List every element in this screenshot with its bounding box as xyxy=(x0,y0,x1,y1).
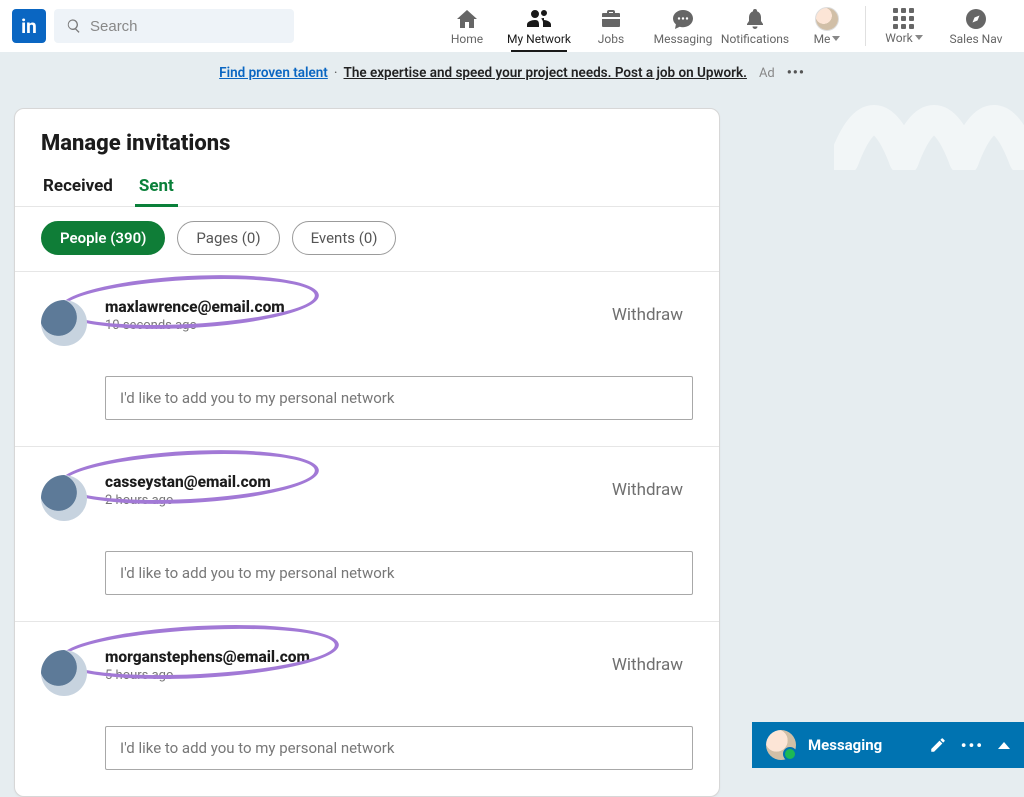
invitation-row: casseystan@email.com 2 hours ago Withdra… xyxy=(15,447,719,622)
filter-events[interactable]: Events (0) xyxy=(292,221,397,255)
invitation-tabs: Received Sent xyxy=(15,164,719,207)
nav-label: Work xyxy=(885,31,912,45)
nav-jobs[interactable]: Jobs xyxy=(575,0,647,52)
invitation-row: morganstephens@email.com 5 hours ago Wit… xyxy=(15,622,719,796)
avatar[interactable] xyxy=(41,475,87,521)
ad-separator: · xyxy=(334,65,338,81)
nav-sales-nav[interactable]: Sales Nav xyxy=(940,0,1012,52)
page-title: Manage invitations xyxy=(15,109,719,164)
nav-home[interactable]: Home xyxy=(431,0,503,52)
invitee-name[interactable]: morganstephens@email.com xyxy=(105,648,594,666)
invitation-message: I'd like to add you to my personal netwo… xyxy=(105,376,693,420)
ad-text[interactable]: The expertise and speed your project nee… xyxy=(344,65,747,81)
nav-label: My Network xyxy=(507,32,571,46)
invitation-time: 10 seconds ago xyxy=(105,318,594,333)
people-icon xyxy=(527,7,551,31)
filter-pages[interactable]: Pages (0) xyxy=(177,221,279,255)
nav-label: Jobs xyxy=(598,32,624,46)
avatar-icon xyxy=(815,7,839,31)
tab-sent[interactable]: Sent xyxy=(137,168,176,206)
tab-received[interactable]: Received xyxy=(41,168,115,206)
home-icon xyxy=(455,7,479,31)
invitee-name[interactable]: maxlawrence@email.com xyxy=(105,298,594,316)
linkedin-logo[interactable]: in xyxy=(12,9,46,43)
chat-icon xyxy=(671,7,695,31)
withdraw-button[interactable]: Withdraw xyxy=(612,305,693,325)
nav-me[interactable]: Me xyxy=(791,0,863,52)
nav-label: Sales Nav xyxy=(950,32,1003,46)
invitation-message: I'd like to add you to my personal netwo… xyxy=(105,726,693,770)
invitation-row: maxlawrence@email.com 10 seconds ago Wit… xyxy=(15,272,719,447)
compose-icon[interactable] xyxy=(929,736,947,754)
ad-menu-icon[interactable]: ••• xyxy=(787,65,805,81)
chevron-up-icon[interactable] xyxy=(998,742,1010,749)
ad-link[interactable]: Find proven talent xyxy=(219,65,328,81)
filter-people[interactable]: People (390) xyxy=(41,221,165,255)
briefcase-icon xyxy=(599,7,623,31)
nav-messaging[interactable]: Messaging xyxy=(647,0,719,52)
top-nav: in Home My Network Jobs Messaging Notifi… xyxy=(0,0,1024,52)
withdraw-button[interactable]: Withdraw xyxy=(612,480,693,500)
apps-grid-icon xyxy=(893,8,915,30)
nav-separator xyxy=(865,6,866,46)
compass-icon xyxy=(964,7,988,31)
invitation-message: I'd like to add you to my personal netwo… xyxy=(105,551,693,595)
messaging-bar[interactable]: Messaging ••• xyxy=(752,722,1024,768)
nav-notifications[interactable]: Notifications xyxy=(719,0,791,52)
nav-label: Messaging xyxy=(654,32,713,46)
nav-label: Me xyxy=(814,32,831,46)
search-wrap xyxy=(54,9,294,43)
messaging-label: Messaging xyxy=(808,736,917,754)
nav-label: Notifications xyxy=(721,32,789,46)
nav-label: Home xyxy=(451,32,483,46)
avatar[interactable] xyxy=(41,300,87,346)
withdraw-button[interactable]: Withdraw xyxy=(612,655,693,675)
manage-invitations-card: Manage invitations Received Sent People … xyxy=(14,108,720,797)
search-icon xyxy=(66,18,82,34)
avatar[interactable] xyxy=(41,650,87,696)
invitation-time: 2 hours ago xyxy=(105,493,594,508)
bell-icon xyxy=(743,7,767,31)
avatar-icon xyxy=(766,730,796,760)
invitee-name[interactable]: casseystan@email.com xyxy=(105,473,594,491)
invitation-time: 5 hours ago xyxy=(105,668,594,683)
nav-network[interactable]: My Network xyxy=(503,0,575,52)
more-icon[interactable]: ••• xyxy=(961,736,984,755)
ad-label: Ad xyxy=(759,66,775,81)
search-input[interactable] xyxy=(54,9,294,43)
filter-pills: People (390) Pages (0) Events (0) xyxy=(15,207,719,272)
chevron-down-icon xyxy=(915,35,923,40)
nav-work[interactable]: Work xyxy=(868,0,940,52)
ad-strip: Find proven talent · The expertise and s… xyxy=(0,52,1024,94)
chevron-down-icon xyxy=(832,36,840,41)
nav-items: Home My Network Jobs Messaging Notificat… xyxy=(431,0,1012,52)
